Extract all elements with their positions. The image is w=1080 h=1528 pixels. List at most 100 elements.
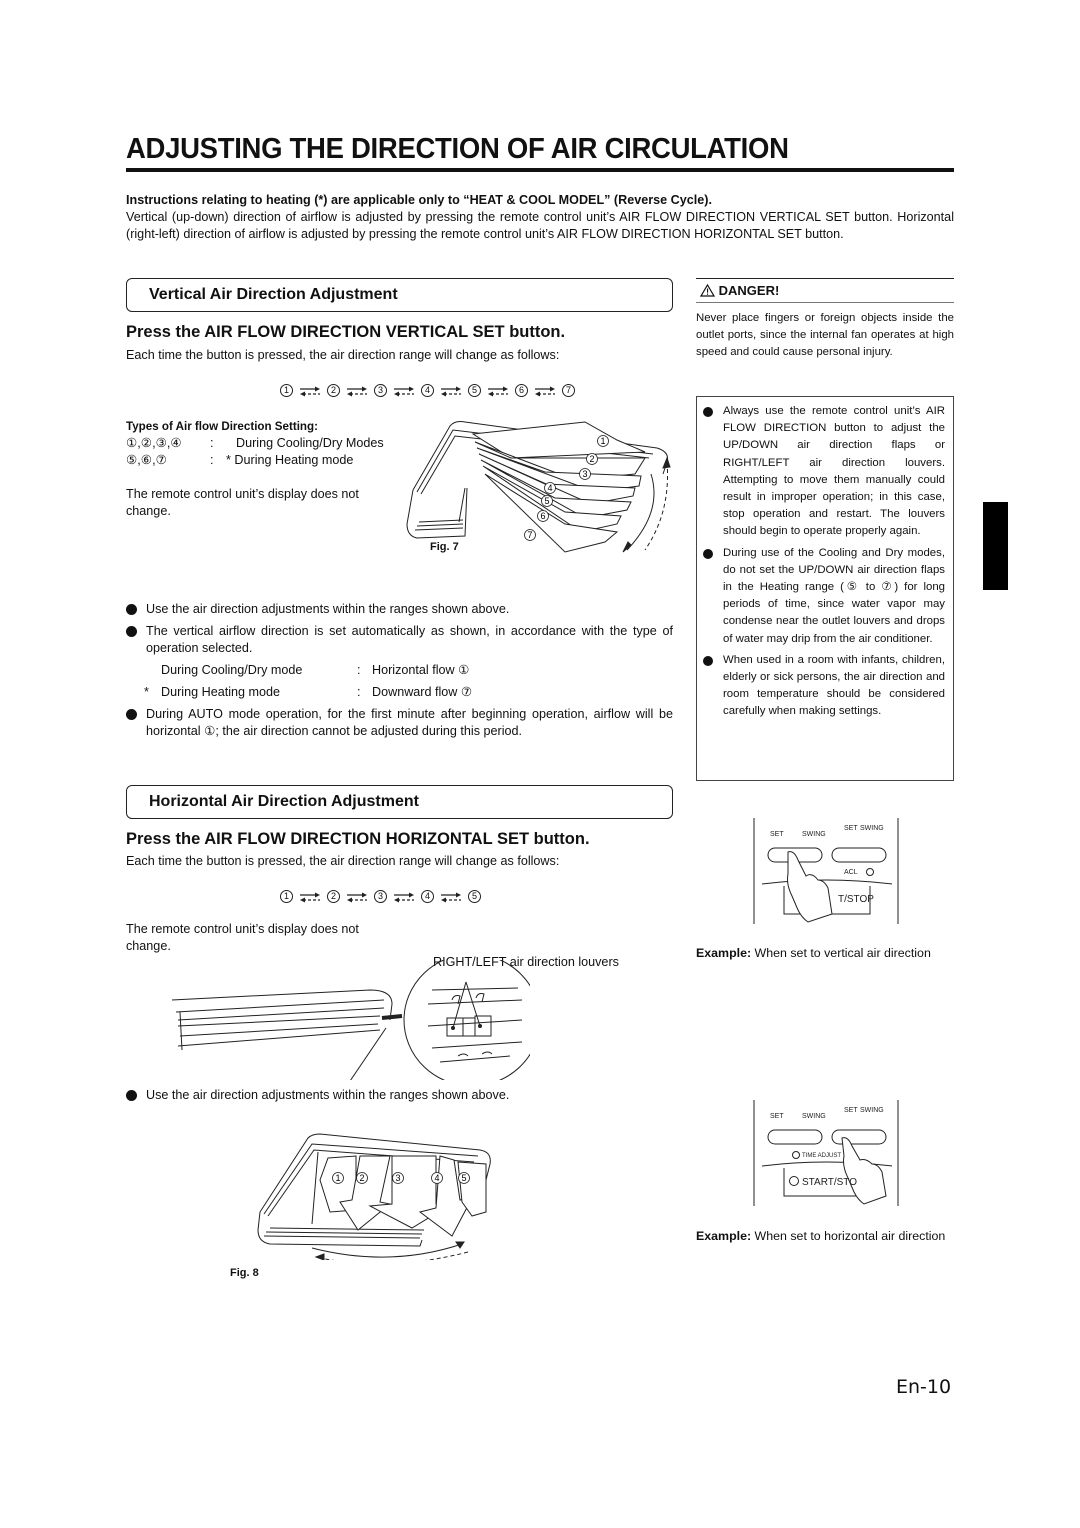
horizontal-sequence: 1 2 3 4 5 xyxy=(280,888,481,904)
caution-item: When used in a room with infants, childr… xyxy=(703,652,945,721)
types-mode: * During Heating mode xyxy=(226,453,354,467)
horizontal-section-header: Horizontal Air Direction Adjustment xyxy=(126,785,673,819)
svg-text:3: 3 xyxy=(582,469,587,479)
position-2-marker: 2 xyxy=(327,383,340,397)
position-4-marker: 4 xyxy=(421,889,434,903)
position-1-marker: 1 xyxy=(280,889,293,903)
danger-text: Never place fingers or foreign objects i… xyxy=(696,312,954,358)
example-vertical-caption: Example: When set to vertical air direct… xyxy=(696,944,954,962)
svg-text:SWING: SWING xyxy=(860,825,884,832)
louver-illustration xyxy=(171,960,530,1080)
bullet-item: Use the air direction adjustments within… xyxy=(126,601,673,618)
fig8-airflow-arrows xyxy=(319,1155,487,1237)
fig7-illustration: 1 2 3 4 5 6 7 xyxy=(406,421,671,553)
caution-item: During use of the Cooling and Dry modes,… xyxy=(703,545,945,648)
page-number: En-10 xyxy=(896,1376,952,1398)
types-heading: Types of Air flow Direction Setting: xyxy=(126,420,318,433)
section-tab-marker xyxy=(983,502,1008,590)
vertical-display-note: The remote control unit’s display does n… xyxy=(126,487,359,518)
swap-arrows-icon xyxy=(393,382,415,398)
bullet-item: The vertical airflow direction is set au… xyxy=(126,623,673,706)
svg-text:4: 4 xyxy=(434,1173,439,1183)
vertical-set-button xyxy=(767,1129,823,1145)
swap-arrows-icon xyxy=(346,888,368,904)
bullet-item: Use the air direction adjustments within… xyxy=(126,1087,673,1104)
swap-arrows-icon xyxy=(440,888,462,904)
swap-arrows-icon xyxy=(487,382,509,398)
svg-text:3: 3 xyxy=(395,1173,400,1183)
caution-box: Always use the remote control unit’s AIR… xyxy=(696,396,954,781)
svg-text:SET: SET xyxy=(844,1107,858,1114)
auto-prefix xyxy=(144,662,161,684)
svg-text:SWING: SWING xyxy=(860,1107,884,1114)
fig8-label-1: 1 xyxy=(332,1172,344,1184)
fig7-label-7: 7 xyxy=(524,529,536,541)
title-rule xyxy=(126,168,954,172)
fig7-up-arrow xyxy=(644,461,668,551)
svg-text:SET: SET xyxy=(770,1113,784,1120)
caution-item: Always use the remote control unit’s AIR… xyxy=(703,403,945,541)
types-row: ⑤,⑥,⑦ : * During Heating mode xyxy=(126,452,426,469)
horizontal-display-note: The remote control unit’s display does n… xyxy=(126,922,359,953)
position-4-marker: 4 xyxy=(421,383,434,397)
horizontal-set-button xyxy=(831,847,887,863)
example-label: Example: xyxy=(696,1229,752,1243)
auto-setting-row: * During Heating mode : Downward flow ⑦ xyxy=(144,684,673,706)
svg-text:7: 7 xyxy=(527,530,532,540)
svg-text:1: 1 xyxy=(335,1173,340,1183)
pointing-hand-icon xyxy=(841,1137,887,1205)
swap-arrows-icon xyxy=(346,382,368,398)
vertical-description: Each time the button is pressed, the air… xyxy=(126,348,560,362)
example-label: Example: xyxy=(696,946,752,960)
position-5-marker: 5 xyxy=(468,383,481,397)
bullet-text: The vertical airflow direction is set au… xyxy=(146,624,673,655)
types-mode: During Cooling/Dry Modes xyxy=(236,436,384,450)
swap-arrows-icon xyxy=(534,382,556,398)
fig8-label: Fig. 8 xyxy=(230,1267,259,1279)
position-1-marker: 1 xyxy=(280,383,293,397)
swap-arrows-icon xyxy=(440,382,462,398)
svg-text:SWING: SWING xyxy=(802,1113,826,1120)
fig8-label-2: 2 xyxy=(356,1172,368,1184)
fig8-label-4: 4 xyxy=(431,1172,443,1184)
caution-bullets: Always use the remote control unit’s AIR… xyxy=(703,403,945,721)
remote-panel: SET SWING SET SWING TIME ADJUST START/ST… xyxy=(753,1100,899,1206)
vertical-instruction: Press the AIR FLOW DIRECTION VERTICAL SE… xyxy=(126,323,566,341)
svg-text:5: 5 xyxy=(461,1173,466,1183)
svg-text:2: 2 xyxy=(589,454,594,464)
horizontal-description: Each time the button is pressed, the air… xyxy=(126,854,560,868)
auto-flow: Downward flow ⑦ xyxy=(372,685,473,699)
auto-mode: During Cooling/Dry mode xyxy=(161,663,303,677)
types-positions: ①,②,③,④ xyxy=(126,436,182,450)
horizontal-bullets: Use the air direction adjustments within… xyxy=(126,1087,673,1104)
danger-title: DANGER! xyxy=(718,283,780,298)
svg-text:2: 2 xyxy=(359,1173,364,1183)
vertical-section-header: Vertical Air Direction Adjustment xyxy=(126,278,673,312)
swap-arrows-icon xyxy=(299,888,321,904)
fig8-label-3: 3 xyxy=(392,1172,404,1184)
warning-triangle-icon xyxy=(699,281,716,305)
position-2-marker: 2 xyxy=(327,889,340,903)
intro-bold-line: Instructions relating to heating (*) are… xyxy=(126,193,712,207)
svg-text:SWING: SWING xyxy=(802,831,826,838)
fig7-label-3: 3 xyxy=(579,468,591,480)
fig7-flaps xyxy=(471,421,646,553)
types-row: ①,②,③,④ : During Cooling/Dry Modes xyxy=(126,435,426,452)
fig7-label-4: 4 xyxy=(544,482,556,494)
fig7-label-5: 5 xyxy=(541,495,553,507)
intro: Instructions relating to heating (*) are… xyxy=(126,192,954,243)
svg-text:ACL: ACL xyxy=(844,869,858,876)
intro-text: Vertical (up-down) direction of airflow … xyxy=(126,210,954,241)
remote-panel: SET SWING SET SWING ACL T/STOP xyxy=(753,818,899,924)
auto-setting-row: During Cooling/Dry mode : Horizontal flo… xyxy=(146,662,673,684)
auto-prefix: * xyxy=(144,685,149,699)
position-6-marker: 6 xyxy=(515,383,528,397)
auto-sep: : xyxy=(357,663,361,677)
svg-text:5: 5 xyxy=(544,496,549,506)
remote-example-horizontal: SET SWING SET SWING TIME ADJUST START/ST… xyxy=(752,1100,900,1206)
fig8-illustration: 1 2 3 4 5 xyxy=(257,1133,491,1260)
vertical-bullets: Use the air direction adjustments within… xyxy=(126,601,673,740)
example-horizontal-caption: Example: When set to horizontal air dire… xyxy=(696,1227,954,1245)
svg-text:SET: SET xyxy=(844,825,858,832)
types-sep: : xyxy=(210,436,214,450)
